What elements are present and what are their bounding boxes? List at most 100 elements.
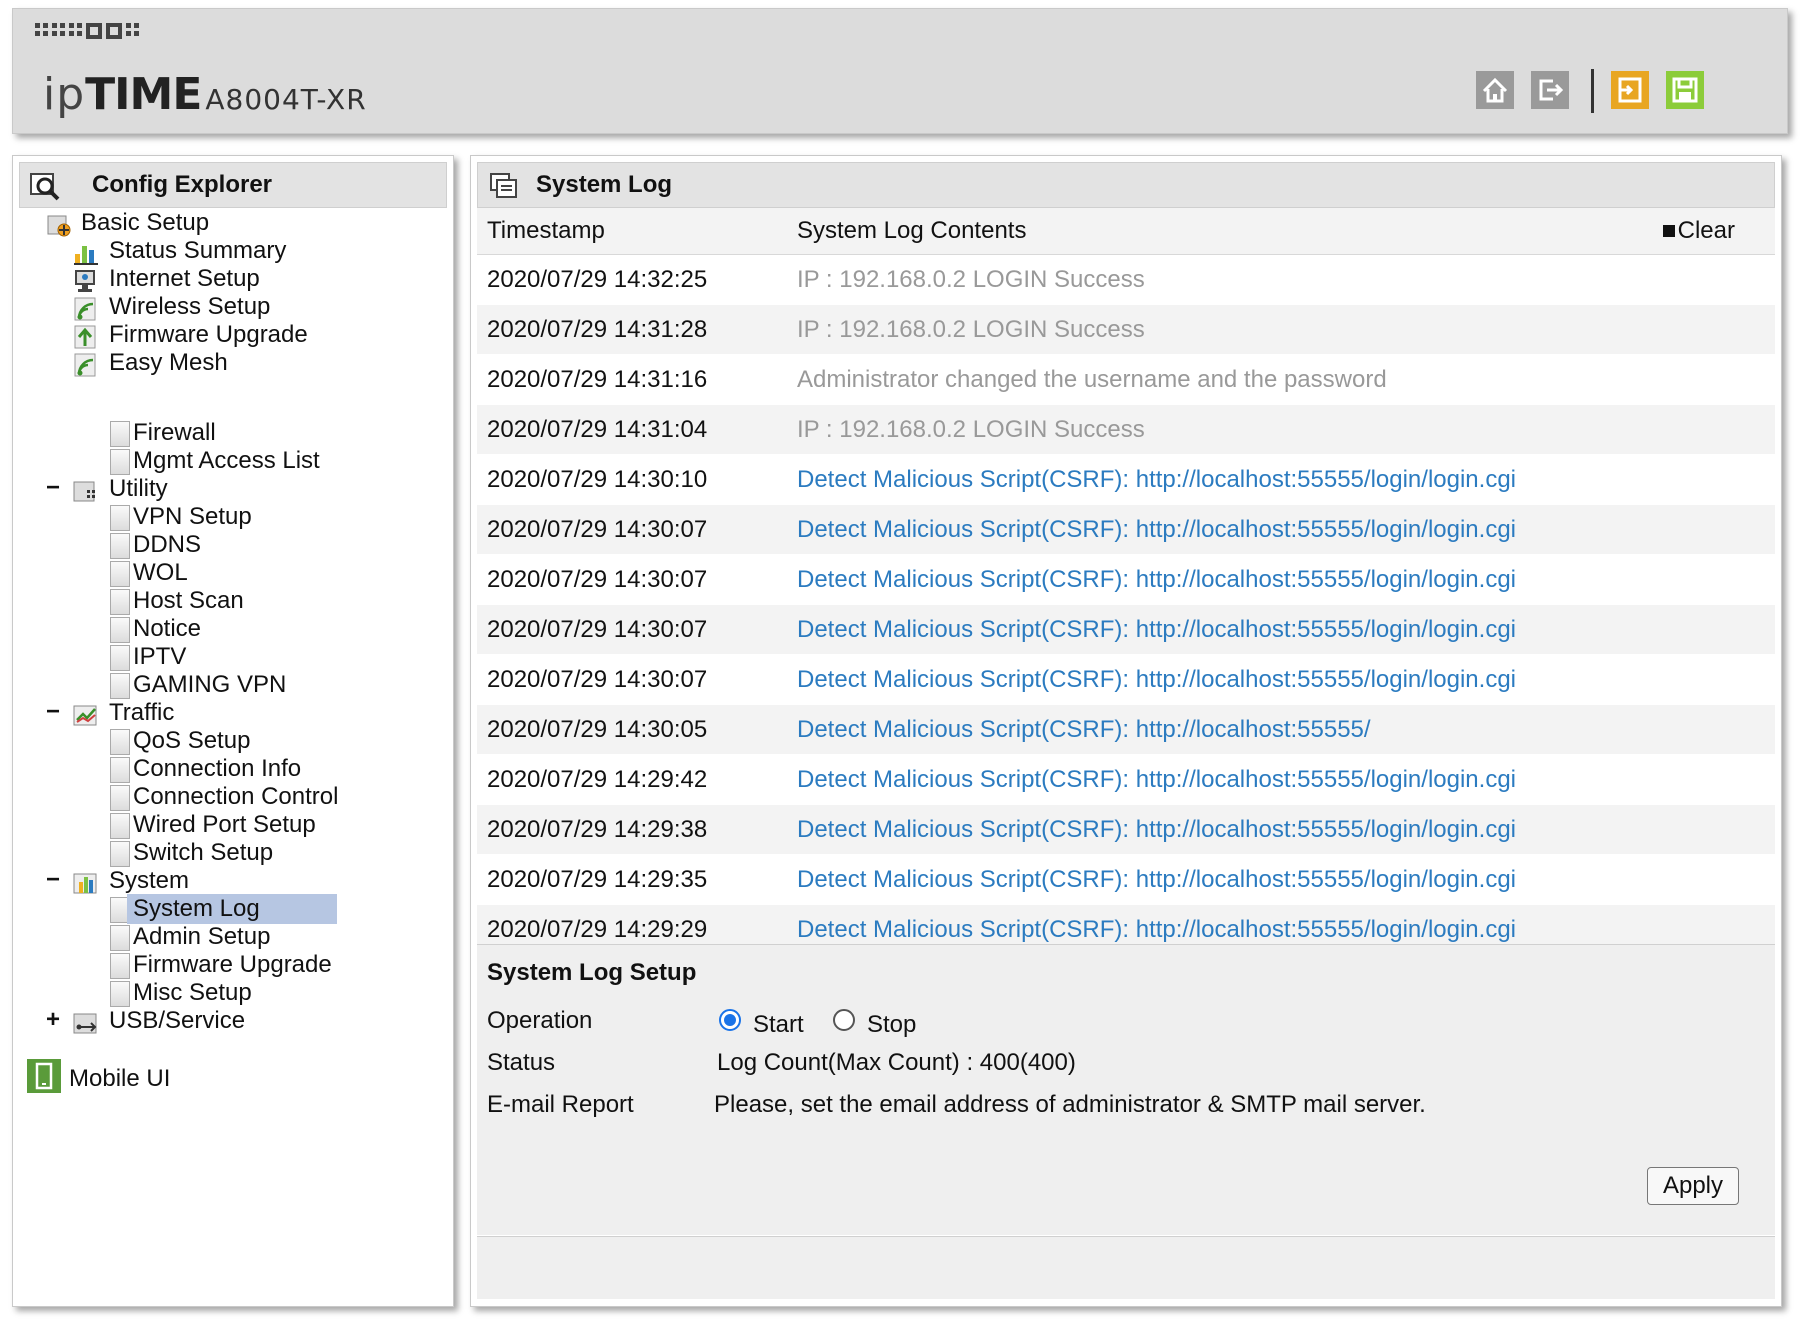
log-message: Detect Malicious Script(CSRF): http://lo… <box>797 516 1516 543</box>
leaf-page-icon <box>110 841 130 867</box>
start-radio[interactable] <box>719 1009 741 1031</box>
brand-mark-icon <box>35 23 139 39</box>
tree-connection-control[interactable]: Connection Control <box>133 782 338 812</box>
tree-wired-port-setup[interactable]: Wired Port Setup <box>133 810 316 840</box>
timestamp-column-header: Timestamp <box>487 217 605 244</box>
log-timestamp: 2020/07/29 14:30:07 <box>487 516 708 543</box>
log-message: Detect Malicious Script(CSRF): http://lo… <box>797 866 1516 893</box>
system-log-header: System Log <box>477 162 1775 208</box>
logo-prefix: ip <box>43 69 86 120</box>
leaf-page-icon <box>110 421 130 447</box>
log-message: Detect Malicious Script(CSRF): http://lo… <box>797 566 1516 593</box>
email-report-label: E-mail Report <box>487 1091 634 1118</box>
logout-button[interactable] <box>1531 71 1569 109</box>
mobile-ui-link[interactable]: Mobile UI <box>69 1064 170 1094</box>
tree-wol[interactable]: WOL <box>133 558 188 588</box>
leaf-page-icon <box>110 505 130 531</box>
log-row: 2020/07/29 14:31:16 Administrator changed… <box>477 355 1775 405</box>
log-row: 2020/07/29 14:30:07 Detect Malicious Scri… <box>477 605 1775 655</box>
explorer-header: Config Explorer <box>19 162 447 208</box>
model-name: A8004T-XR <box>205 83 367 116</box>
system-collapse-toggle[interactable]: − <box>45 865 61 895</box>
setup-title: System Log Setup <box>487 959 697 986</box>
status-label: Status <box>487 1049 556 1076</box>
usb-expand-toggle[interactable]: + <box>45 1005 61 1035</box>
brand-logo: ipTIME A8004T-XR <box>43 69 367 120</box>
config-explorer-panel: Config Explorer Basic Setup Status Summa… <box>12 155 454 1307</box>
tree-status-summary[interactable]: Status Summary <box>109 236 286 266</box>
log-message: Detect Malicious Script(CSRF): http://lo… <box>797 616 1516 643</box>
tree-usb-service[interactable]: USB/Service <box>109 1006 245 1036</box>
log-row: 2020/07/29 14:29:42 Detect Malicious Scri… <box>477 755 1775 805</box>
leaf-page-icon <box>110 953 130 979</box>
tree-host-scan[interactable]: Host Scan <box>133 586 244 616</box>
easy-mesh-icon <box>74 353 96 377</box>
status-chart-icon <box>74 246 98 265</box>
start-label[interactable]: Start <box>753 1011 804 1039</box>
restore-icon <box>1618 77 1642 103</box>
log-message: Administrator changed the username and t… <box>797 366 1387 393</box>
tree-iptv[interactable]: IPTV <box>133 642 186 672</box>
tree-mgmt-access-list[interactable]: Mgmt Access List <box>133 446 320 476</box>
leaf-page-icon <box>110 561 130 587</box>
utility-collapse-toggle[interactable]: − <box>45 473 61 503</box>
save-button[interactable] <box>1666 71 1704 109</box>
stop-radio[interactable] <box>833 1009 855 1031</box>
log-timestamp: 2020/07/29 14:29:38 <box>487 816 708 843</box>
log-row: 2020/07/29 14:30:07 Detect Malicious Scri… <box>477 555 1775 605</box>
leaf-page-icon <box>110 813 130 839</box>
tree-firewall[interactable]: Firewall <box>133 418 216 448</box>
tree-notice[interactable]: Notice <box>133 614 201 644</box>
home-icon <box>1482 77 1508 103</box>
stop-label[interactable]: Stop <box>867 1011 916 1039</box>
clear-log-button[interactable]: Clear <box>1662 208 1735 254</box>
internet-monitor-icon <box>75 270 95 292</box>
tree-system[interactable]: System <box>109 866 189 896</box>
system-log-panel: System Log Timestamp System Log Contents… <box>470 155 1782 1307</box>
tree-switch-setup[interactable]: Switch Setup <box>133 838 273 868</box>
log-message: Detect Malicious Script(CSRF): http://lo… <box>797 766 1516 793</box>
operation-label: Operation <box>487 1007 593 1034</box>
tree-firmware-upgrade[interactable]: Firmware Upgrade <box>109 320 308 350</box>
home-button[interactable] <box>1476 71 1514 109</box>
tree-system-log[interactable]: System Log <box>127 894 337 924</box>
apply-button[interactable]: Apply <box>1647 1167 1739 1205</box>
tree-gaming-vpn[interactable]: GAMING VPN <box>133 670 286 700</box>
status-value: Log Count(Max Count) : 400(400) <box>717 1049 1076 1076</box>
tree-traffic[interactable]: Traffic <box>109 698 174 728</box>
tree-system-firmware-upgrade[interactable]: Firmware Upgrade <box>133 950 332 980</box>
search-folder-icon <box>30 173 60 201</box>
top-header: ipTIME A8004T-XR <box>12 8 1788 134</box>
leaf-page-icon <box>110 729 130 755</box>
clear-log-label: Clear <box>1677 217 1735 244</box>
panel-footer <box>477 1236 1775 1299</box>
tree-misc-setup[interactable]: Misc Setup <box>133 978 252 1008</box>
log-timestamp: 2020/07/29 14:29:42 <box>487 766 708 793</box>
tree-connection-info[interactable]: Connection Info <box>133 754 301 784</box>
log-timestamp: 2020/07/29 14:30:05 <box>487 716 708 743</box>
contents-column-header: System Log Contents <box>797 217 1027 244</box>
log-row: 2020/07/29 14:30:07 Detect Malicious Scri… <box>477 655 1775 705</box>
traffic-chart-icon <box>73 705 97 726</box>
tree-admin-setup[interactable]: Admin Setup <box>133 922 270 952</box>
traffic-collapse-toggle[interactable]: − <box>45 697 61 727</box>
log-message: IP : 192.168.0.2 LOGIN Success <box>797 266 1145 293</box>
tree-vpn-setup[interactable]: VPN Setup <box>133 502 252 532</box>
log-timestamp: 2020/07/29 14:32:25 <box>487 266 708 293</box>
logo-time: TIME <box>85 69 202 120</box>
tree-easy-mesh[interactable]: Easy Mesh <box>109 348 228 378</box>
usb-folder-icon <box>73 1013 97 1034</box>
tree-utility[interactable]: Utility <box>109 474 168 504</box>
tree-ddns[interactable]: DDNS <box>133 530 201 560</box>
leaf-page-icon <box>110 589 130 615</box>
tree-wireless-setup[interactable]: Wireless Setup <box>109 292 270 322</box>
restore-button[interactable] <box>1611 71 1649 109</box>
tree-qos-setup[interactable]: QoS Setup <box>133 726 250 756</box>
tree-internet-setup[interactable]: Internet Setup <box>109 264 260 294</box>
log-timestamp: 2020/07/29 14:30:10 <box>487 466 708 493</box>
log-rows: 2020/07/29 14:32:25 IP : 192.168.0.2 LOGI… <box>477 255 1775 955</box>
tree-basic-setup[interactable]: Basic Setup <box>81 208 209 238</box>
leaf-page-icon <box>110 533 130 559</box>
log-timestamp: 2020/07/29 14:29:35 <box>487 866 708 893</box>
log-row: 2020/07/29 14:31:04 IP : 192.168.0.2 LOGI… <box>477 405 1775 455</box>
